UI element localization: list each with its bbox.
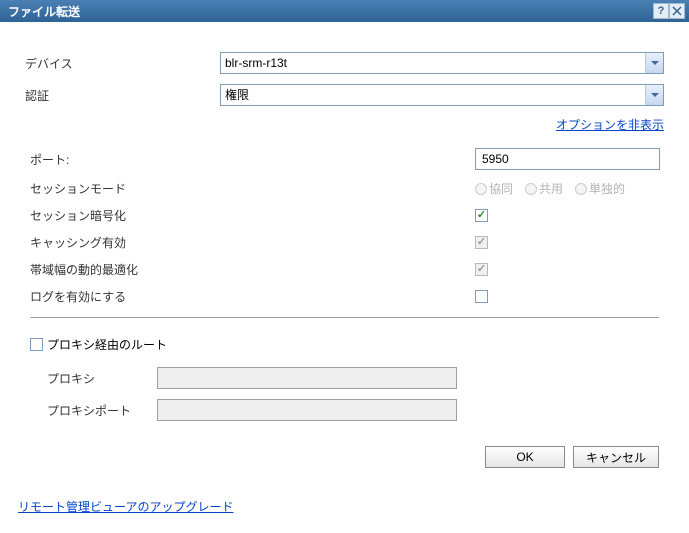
close-icon bbox=[672, 6, 682, 16]
device-row: デバイス blr-srm-r13t bbox=[25, 52, 664, 74]
radio-icon bbox=[575, 183, 587, 195]
close-button[interactable] bbox=[669, 3, 685, 19]
hide-options-link[interactable]: オプションを非表示 bbox=[556, 118, 664, 132]
auth-row: 認証 権限 bbox=[25, 84, 664, 106]
button-row: OK キャンセル bbox=[25, 446, 664, 468]
proxy-route-row: プロキシ経由のルート bbox=[25, 336, 664, 353]
proxy-host-label: プロキシ bbox=[47, 370, 157, 387]
proxy-port-input bbox=[157, 399, 457, 421]
titlebar-buttons: ? bbox=[653, 3, 685, 19]
encryption-row: セッション暗号化 bbox=[25, 207, 664, 224]
session-mode-row: セッションモード 協同 共用 単独的 bbox=[25, 180, 664, 197]
port-input[interactable] bbox=[475, 148, 660, 170]
session-mode-group: 協同 共用 単独的 bbox=[475, 180, 625, 197]
help-button[interactable]: ? bbox=[653, 3, 669, 19]
radio-icon bbox=[525, 183, 537, 195]
radio-shared: 共用 bbox=[525, 180, 563, 197]
options-link-row: オプションを非表示 bbox=[25, 116, 664, 133]
caching-checkbox bbox=[475, 236, 488, 249]
cancel-button[interactable]: キャンセル bbox=[573, 446, 659, 468]
auth-select[interactable]: 権限 bbox=[220, 84, 664, 106]
window-title: ファイル転送 bbox=[8, 3, 653, 20]
port-label: ポート: bbox=[25, 151, 475, 168]
bandwidth-label: 帯域幅の動的最適化 bbox=[25, 261, 475, 278]
caching-label: キャッシング有効 bbox=[25, 234, 475, 251]
radio-collab: 協同 bbox=[475, 180, 513, 197]
footer-link: リモート管理ビューアのアップグレード bbox=[18, 498, 234, 515]
caching-row: キャッシング有効 bbox=[25, 234, 664, 251]
device-select-wrap[interactable]: blr-srm-r13t bbox=[220, 52, 664, 74]
encryption-checkbox[interactable] bbox=[475, 209, 488, 222]
encryption-label: セッション暗号化 bbox=[25, 207, 475, 224]
titlebar: ファイル転送 ? bbox=[0, 0, 689, 22]
options-panel: ポート: セッションモード 協同 共用 単独的 セッション暗号化 キャッシング有… bbox=[25, 148, 664, 421]
bandwidth-checkbox bbox=[475, 263, 488, 276]
proxy-route-checkbox[interactable] bbox=[30, 338, 43, 351]
logging-checkbox[interactable] bbox=[475, 290, 488, 303]
dialog-content: デバイス blr-srm-r13t 認証 権限 オプションを非表示 ポート: セ… bbox=[0, 22, 689, 478]
port-row: ポート: bbox=[25, 148, 664, 170]
proxy-host-input bbox=[157, 367, 457, 389]
auth-label: 認証 bbox=[25, 87, 220, 104]
logging-label: ログを有効にする bbox=[25, 288, 475, 305]
ok-button[interactable]: OK bbox=[485, 446, 565, 468]
radio-exclusive: 単独的 bbox=[575, 180, 625, 197]
proxy-port-label: プロキシポート bbox=[47, 402, 157, 419]
logging-row: ログを有効にする bbox=[25, 288, 664, 305]
auth-select-wrap[interactable]: 権限 bbox=[220, 84, 664, 106]
device-label: デバイス bbox=[25, 55, 220, 72]
proxy-route-label: プロキシ経由のルート bbox=[47, 336, 167, 353]
radio-icon bbox=[475, 183, 487, 195]
bandwidth-row: 帯域幅の動的最適化 bbox=[25, 261, 664, 278]
device-select[interactable]: blr-srm-r13t bbox=[220, 52, 664, 74]
session-mode-label: セッションモード bbox=[25, 180, 475, 197]
proxy-port-row: プロキシポート bbox=[25, 399, 664, 421]
proxy-host-row: プロキシ bbox=[25, 367, 664, 389]
upgrade-viewer-link[interactable]: リモート管理ビューアのアップグレード bbox=[18, 500, 234, 514]
separator bbox=[30, 317, 659, 318]
